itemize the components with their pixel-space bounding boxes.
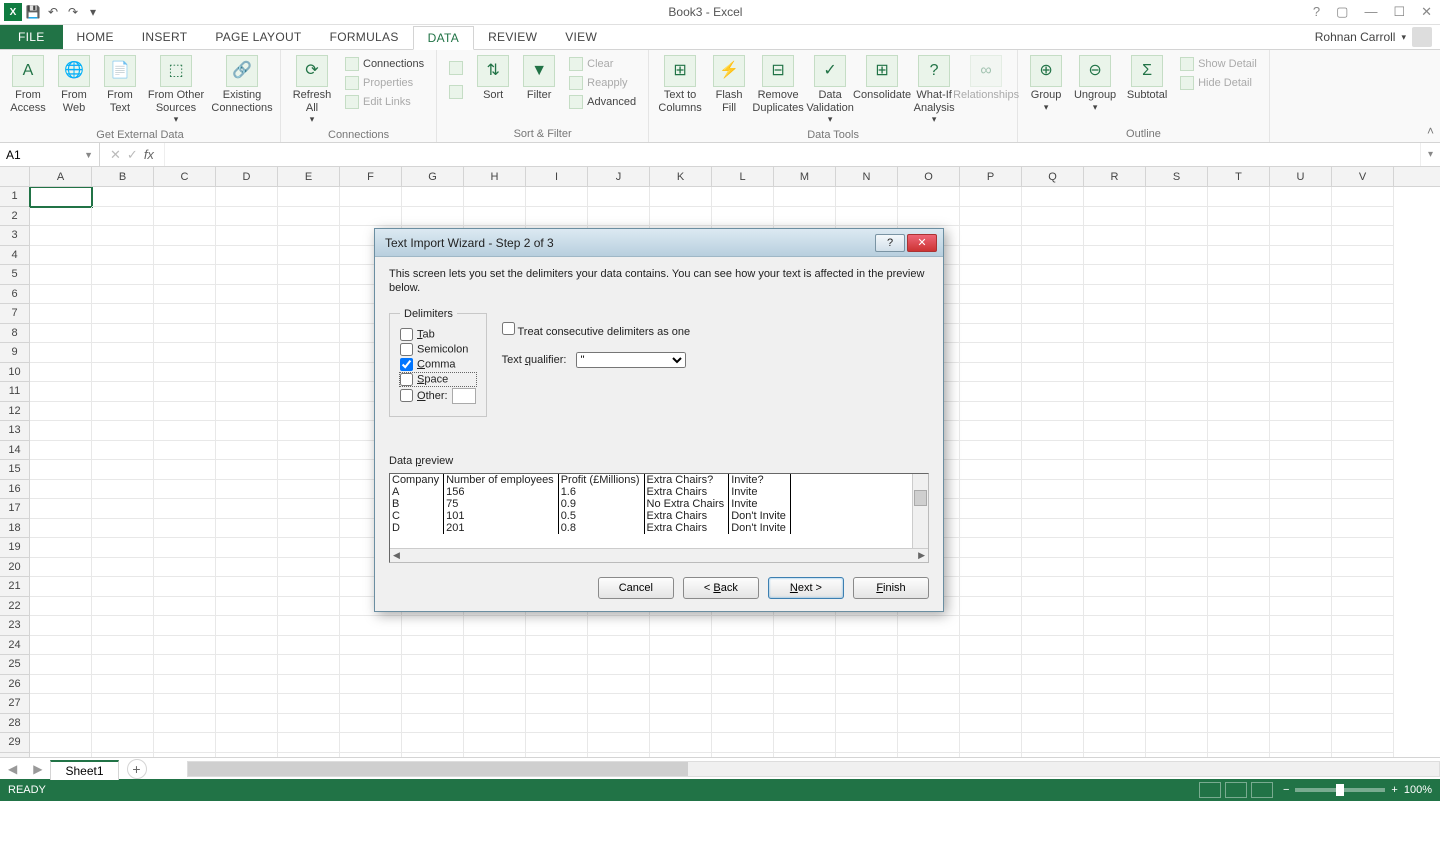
preview-cell: A bbox=[390, 486, 444, 498]
back-button[interactable]: < Back bbox=[683, 577, 759, 599]
preview-cell: Invite bbox=[729, 486, 791, 498]
preview-cell: Extra Chairs bbox=[644, 522, 729, 534]
dialog-help-button[interactable]: ? bbox=[875, 234, 905, 252]
preview-header-cell: Invite? bbox=[729, 474, 791, 486]
preview-cell: 0.9 bbox=[558, 498, 644, 510]
dialog-title: Text Import Wizard - Step 2 of 3 bbox=[385, 236, 554, 250]
dialog-body: This screen lets you set the delimiters … bbox=[375, 257, 943, 611]
preview-cell: 156 bbox=[444, 486, 559, 498]
delimiter-options: Treat consecutive delimiters as one Text… bbox=[502, 322, 690, 368]
delim-other-input[interactable] bbox=[400, 389, 413, 402]
preview-cell: Extra Chairs bbox=[644, 510, 729, 522]
delim-comma-input[interactable] bbox=[400, 358, 413, 371]
preview-cell: Don't Invite bbox=[729, 522, 791, 534]
delim-tab-checkbox[interactable]: Tab bbox=[400, 328, 476, 341]
preview-cell: No Extra Chairs bbox=[644, 498, 729, 510]
delim-comma-checkbox[interactable]: Comma bbox=[400, 358, 476, 371]
preview-header-cell: Company bbox=[390, 474, 444, 486]
modal-overlay: Text Import Wizard - Step 2 of 3 ? ✕ Thi… bbox=[0, 0, 1440, 861]
preview-vertical-scrollbar[interactable] bbox=[912, 474, 928, 548]
cancel-button[interactable]: Cancel bbox=[598, 577, 674, 599]
data-preview-label: Data preview bbox=[389, 455, 929, 467]
treat-consecutive-input[interactable] bbox=[502, 322, 515, 335]
text-qualifier-select[interactable]: " bbox=[576, 352, 686, 368]
preview-cell: Don't Invite bbox=[729, 510, 791, 522]
next-button[interactable]: Next > bbox=[768, 577, 844, 599]
dialog-buttons: Cancel < Back Next > Finish bbox=[389, 577, 929, 599]
delim-other-text[interactable] bbox=[452, 388, 476, 404]
preview-horizontal-scrollbar[interactable]: ◀▶ bbox=[390, 548, 928, 562]
scrollbar-thumb[interactable] bbox=[914, 490, 927, 506]
preview-cell: Extra Chairs bbox=[644, 486, 729, 498]
delim-semicolon-input[interactable] bbox=[400, 343, 413, 356]
treat-consecutive-checkbox[interactable]: Treat consecutive delimiters as one bbox=[502, 326, 690, 338]
data-preview: CompanyNumber of employeesProfit (£Milli… bbox=[389, 473, 929, 563]
delim-other-checkbox[interactable]: Other: bbox=[400, 388, 476, 404]
preview-header-cell: Number of employees bbox=[444, 474, 559, 486]
preview-cell: 0.8 bbox=[558, 522, 644, 534]
preview-cell: 0.5 bbox=[558, 510, 644, 522]
dialog-title-bar[interactable]: Text Import Wizard - Step 2 of 3 ? ✕ bbox=[375, 229, 943, 257]
preview-cell: C bbox=[390, 510, 444, 522]
delim-space-checkbox[interactable]: Space bbox=[400, 373, 476, 386]
text-qualifier-label: Text qualifier: bbox=[502, 354, 567, 366]
dialog-close-button[interactable]: ✕ bbox=[907, 234, 937, 252]
preview-table: CompanyNumber of employeesProfit (£Milli… bbox=[390, 474, 791, 534]
preview-cell: Invite bbox=[729, 498, 791, 510]
text-import-wizard-dialog: Text Import Wizard - Step 2 of 3 ? ✕ Thi… bbox=[374, 228, 944, 612]
preview-cell: 1.6 bbox=[558, 486, 644, 498]
preview-cell: 75 bbox=[444, 498, 559, 510]
delim-tab-input[interactable] bbox=[400, 328, 413, 341]
delim-space-input[interactable] bbox=[400, 373, 413, 386]
delimiters-fieldset: Delimiters Tab Semicolon Comma Space Oth… bbox=[389, 308, 487, 417]
preview-header-cell: Extra Chairs? bbox=[644, 474, 729, 486]
preview-cell: B bbox=[390, 498, 444, 510]
preview-cell: D bbox=[390, 522, 444, 534]
dialog-description: This screen lets you set the delimiters … bbox=[389, 267, 929, 296]
delim-semicolon-checkbox[interactable]: Semicolon bbox=[400, 343, 476, 356]
preview-cell: 101 bbox=[444, 510, 559, 522]
finish-button[interactable]: Finish bbox=[853, 577, 929, 599]
delimiters-legend: Delimiters bbox=[400, 308, 457, 320]
preview-header-cell: Profit (£Millions) bbox=[558, 474, 644, 486]
preview-cell: 201 bbox=[444, 522, 559, 534]
